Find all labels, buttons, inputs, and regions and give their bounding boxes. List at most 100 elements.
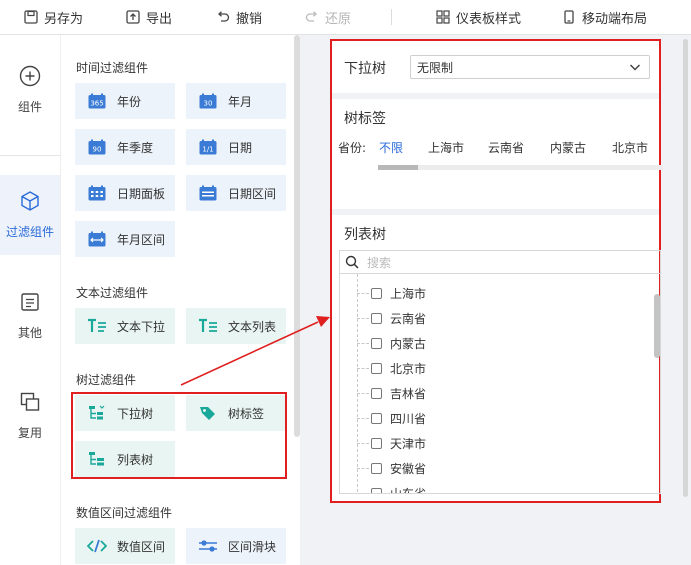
checkbox[interactable] bbox=[371, 362, 382, 374]
checkbox[interactable] bbox=[371, 312, 382, 324]
checkbox[interactable] bbox=[371, 287, 382, 299]
calendar-90-icon: 90 bbox=[87, 138, 107, 156]
list-tree-items: 上海市 云南省 内蒙古 北京市 吉林省 四川省 天津市 安徽省 山东省 bbox=[339, 274, 661, 494]
dropdown-tree-value: 无限制 bbox=[417, 60, 454, 75]
comp-label: 区间滑块 bbox=[228, 539, 277, 554]
nav-item-components[interactable]: 组件 bbox=[0, 65, 60, 115]
comp-label: 数值区间 bbox=[117, 539, 166, 554]
save-as-button[interactable]: 另存为 bbox=[24, 0, 83, 34]
comp-label: 日期面板 bbox=[117, 186, 166, 201]
dashboard-style-button[interactable]: 仪表板样式 bbox=[436, 0, 521, 34]
search-icon bbox=[345, 255, 359, 269]
comp-label: 文本列表 bbox=[228, 319, 277, 334]
tree-tag-card: 树标签 省份: 不限 上海市 云南省 内蒙古 北京市 bbox=[332, 99, 663, 209]
comp-label: 日期 bbox=[228, 140, 253, 155]
checkbox[interactable] bbox=[371, 437, 382, 449]
text-dropdown-icon bbox=[87, 317, 107, 335]
document-icon bbox=[19, 291, 41, 316]
comp-label: 年季度 bbox=[117, 140, 154, 155]
svg-text:90: 90 bbox=[93, 146, 102, 154]
slider-icon bbox=[198, 537, 218, 555]
comp-date[interactable]: 1/1 日期 bbox=[186, 129, 286, 165]
list-item[interactable]: 云南省 bbox=[357, 309, 426, 327]
dropdown-tree-label: 下拉树 bbox=[344, 61, 386, 77]
comp-year[interactable]: 365 年份 bbox=[75, 83, 175, 119]
undo-icon bbox=[216, 10, 230, 24]
calendar-month-range-icon bbox=[87, 230, 107, 248]
list-item[interactable]: 四川省 bbox=[357, 409, 426, 427]
grid-icon bbox=[436, 10, 450, 24]
svg-text:1/1: 1/1 bbox=[202, 146, 213, 154]
comp-label: 文本下拉 bbox=[117, 319, 166, 334]
tree-tag-option[interactable]: 上海市 bbox=[428, 139, 464, 156]
section-title-numeric: 数值区间过滤组件 bbox=[76, 506, 173, 520]
comp-year-month-range[interactable]: 年月区间 bbox=[75, 221, 175, 257]
tree-tag-option[interactable]: 内蒙古 bbox=[550, 139, 586, 156]
comp-year-quarter[interactable]: 90 年季度 bbox=[75, 129, 175, 165]
redo-icon bbox=[305, 10, 319, 24]
list-item[interactable]: 内蒙古 bbox=[357, 334, 426, 352]
layers-icon bbox=[19, 391, 41, 416]
comp-label: 年份 bbox=[117, 94, 142, 109]
list-item[interactable]: 北京市 bbox=[357, 359, 426, 377]
nav-label-other: 其他 bbox=[17, 326, 42, 340]
section-title-time: 时间过滤组件 bbox=[76, 61, 149, 75]
nav-item-other[interactable]: 其他 bbox=[0, 291, 60, 341]
export-label: 导出 bbox=[146, 11, 173, 27]
preview-scrollbar[interactable] bbox=[683, 39, 688, 497]
tree-tag-scrollbar-thumb[interactable] bbox=[378, 165, 418, 170]
calendar-range-icon bbox=[198, 184, 218, 202]
list-item[interactable]: 上海市 bbox=[357, 284, 426, 302]
section-title-tree: 树过滤组件 bbox=[76, 373, 137, 387]
tree-tag-option[interactable]: 云南省 bbox=[488, 139, 524, 156]
comp-year-month[interactable]: 30 年月 bbox=[186, 83, 286, 119]
tree-tag-scrollbar-track bbox=[378, 165, 663, 170]
comp-text-dropdown[interactable]: 文本下拉 bbox=[75, 308, 175, 344]
list-item[interactable]: 天津市 bbox=[357, 434, 426, 452]
list-item[interactable]: 安徽省 bbox=[357, 459, 426, 477]
redo-label: 还原 bbox=[325, 11, 352, 27]
plus-circle-icon bbox=[19, 65, 41, 90]
export-button[interactable]: 导出 bbox=[126, 0, 172, 34]
tree-tag-field-label: 省份: bbox=[338, 141, 367, 155]
checkbox[interactable] bbox=[371, 412, 382, 424]
section-title-text: 文本过滤组件 bbox=[76, 286, 149, 300]
component-panel: 时间过滤组件 365 年份 30 年月 90 年季度 1/1 日期 日期面板 日… bbox=[61, 35, 298, 565]
mobile-layout-button[interactable]: 移动端布局 bbox=[562, 0, 647, 34]
save-as-label: 另存为 bbox=[44, 11, 84, 27]
checkbox[interactable] bbox=[371, 387, 382, 399]
checkbox[interactable] bbox=[371, 462, 382, 474]
comp-text-list[interactable]: 文本列表 bbox=[186, 308, 286, 344]
list-item[interactable]: 吉林省 bbox=[357, 384, 426, 402]
comp-numeric-range[interactable]: 数值区间 bbox=[75, 528, 175, 564]
preview-area: 下拉树 无限制 树标签 省份: 不限 上海市 云南省 内蒙古 北京市 列表树 搜… bbox=[330, 39, 663, 503]
tree-tag-option[interactable]: 北京市 bbox=[612, 139, 648, 156]
checkbox[interactable] bbox=[371, 337, 382, 349]
undo-button[interactable]: 撤销 bbox=[216, 0, 262, 34]
comp-range-slider[interactable]: 区间滑块 bbox=[186, 528, 286, 564]
list-tree-search[interactable]: 搜索 bbox=[339, 250, 661, 274]
tree-tag-option-unlimited[interactable]: 不限 bbox=[379, 139, 403, 156]
toolbar: 另存为 导出 撤销 还原 仪表板样式 移动端布局 bbox=[0, 0, 691, 35]
redo-button[interactable]: 还原 bbox=[305, 0, 351, 34]
undo-label: 撤销 bbox=[236, 11, 263, 27]
tree-tag-title: 树标签 bbox=[344, 111, 386, 127]
list-tree-card: 列表树 搜索 上海市 云南省 内蒙古 北京市 吉林省 四川省 天津市 安徽省 山… bbox=[332, 215, 661, 501]
nav-item-reuse[interactable]: 复用 bbox=[0, 391, 60, 441]
list-tree-scrollbar[interactable] bbox=[654, 294, 660, 358]
cube-icon bbox=[19, 190, 41, 215]
dropdown-tree-card: 下拉树 无限制 bbox=[332, 41, 659, 93]
chevron-down-icon bbox=[629, 61, 641, 76]
comp-date-panel[interactable]: 日期面板 bbox=[75, 175, 175, 211]
export-icon bbox=[126, 10, 140, 24]
checkbox[interactable] bbox=[371, 487, 382, 493]
text-list-icon bbox=[198, 317, 218, 335]
calendar-grid-icon bbox=[87, 184, 107, 202]
nav-label-filter-components: 过滤组件 bbox=[5, 225, 54, 239]
mobile-icon bbox=[562, 10, 576, 24]
dropdown-tree-select[interactable]: 无限制 bbox=[410, 55, 650, 79]
nav-item-filter-components[interactable]: 过滤组件 bbox=[0, 175, 60, 255]
list-item[interactable]: 山东省 bbox=[357, 484, 426, 493]
comp-date-range[interactable]: 日期区间 bbox=[186, 175, 286, 211]
save-icon bbox=[24, 10, 38, 24]
